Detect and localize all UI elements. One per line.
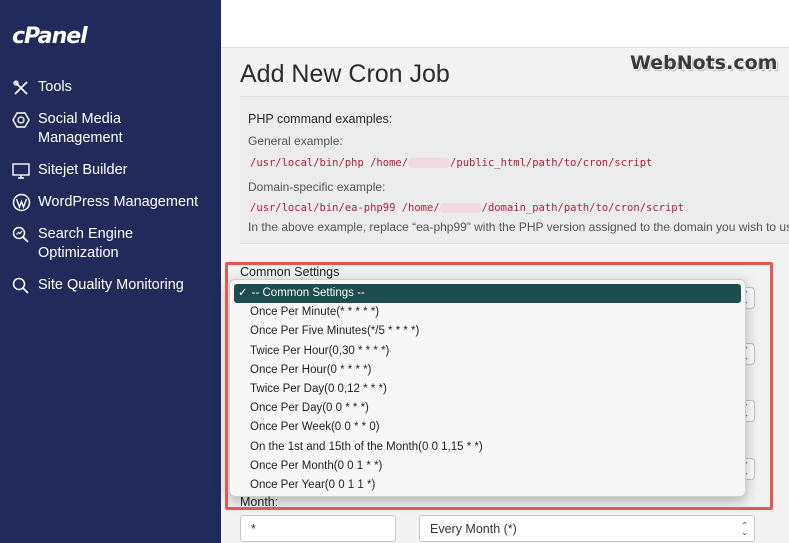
examples-heading: PHP command examples: bbox=[248, 112, 393, 126]
tools-icon bbox=[10, 78, 32, 97]
page-title: Add New Cron Job bbox=[240, 60, 450, 88]
option-twice-per-hour[interactable]: Twice Per Hour(0,30 * * * *) bbox=[250, 342, 389, 361]
monitor-icon bbox=[10, 161, 32, 180]
option-once-per-day[interactable]: Once Per Day(0 0 * * *) bbox=[250, 399, 369, 418]
month-input[interactable]: * bbox=[240, 515, 396, 542]
examples-note: In the above example, replace “ea-php99”… bbox=[248, 220, 789, 234]
check-icon: ✓ bbox=[238, 287, 248, 299]
month-select[interactable]: Every Month (*) ⌃ ⌄ bbox=[419, 515, 755, 542]
sidebar-item-wordpress-management[interactable]: WordPress Management bbox=[10, 193, 215, 212]
cpanel-logo[interactable]: cPanel bbox=[12, 24, 88, 49]
month-select-value: Every Month (*) bbox=[430, 521, 517, 536]
option-once-per-month[interactable]: Once Per Month(0 0 1 * *) bbox=[250, 457, 382, 476]
option-1st-and-15th[interactable]: On the 1st and 15th of the Month(0 0 1,1… bbox=[250, 438, 483, 457]
domain-code-prefix: /usr/local/bin/ea-php99 /home/ bbox=[250, 202, 440, 214]
general-code-prefix: /usr/local/bin/php /home/ bbox=[250, 157, 409, 169]
domain-example-code: /usr/local/bin/ea-php99 /home/ /domain_pa… bbox=[250, 202, 684, 214]
common-settings-label: Common Settings bbox=[240, 265, 340, 279]
sidebar-item-social-media-management[interactable]: Social Media Management bbox=[10, 110, 215, 148]
domain-example-label: Domain-specific example: bbox=[248, 180, 386, 194]
option-twice-per-day[interactable]: Twice Per Day(0 0,12 * * *) bbox=[250, 380, 387, 399]
option-common-settings[interactable]: ✓ -- Common Settings -- bbox=[234, 284, 741, 303]
chevron-updown-icon: ⌃ ⌄ bbox=[741, 521, 748, 537]
seo-magnifier-icon bbox=[10, 225, 32, 244]
domain-code-suffix: /domain_path/path/to/cron/script bbox=[481, 202, 684, 214]
wordpress-icon bbox=[10, 193, 32, 212]
option-once-per-five-minutes[interactable]: Once Per Five Minutes(*/5 * * * *) bbox=[250, 322, 419, 341]
sidebar-item-label: Site Quality Monitoring bbox=[38, 277, 184, 293]
magnifier-icon bbox=[10, 276, 32, 295]
option-once-per-week[interactable]: Once Per Week(0 0 * * 0) bbox=[250, 418, 380, 437]
option-once-per-year[interactable]: Once Per Year(0 0 1 1 *) bbox=[250, 476, 375, 495]
redacted-username bbox=[439, 203, 482, 213]
sidebar-item-label: Tools bbox=[38, 79, 72, 95]
sidebar-item-site-quality-monitoring[interactable]: Site Quality Monitoring bbox=[10, 276, 215, 295]
sidebar-item-label: Social Media Management bbox=[38, 111, 123, 146]
option-once-per-minute[interactable]: Once Per Minute(* * * * *) bbox=[250, 303, 379, 322]
sidebar-item-label: Search Engine Optimization bbox=[38, 226, 134, 261]
general-example-label: General example: bbox=[248, 134, 343, 148]
general-code-suffix: /public_html/path/to/cron/script bbox=[450, 157, 653, 169]
common-settings-dropdown[interactable]: ✓ -- Common Settings -- Once Per Minute(*… bbox=[229, 279, 746, 497]
month-label: Month: bbox=[240, 495, 279, 509]
sidebar-item-search-engine-optimization[interactable]: Search Engine Optimization bbox=[10, 225, 215, 263]
sidebar-item-tools[interactable]: Tools bbox=[10, 78, 215, 97]
watermark-logo: WebNots.com bbox=[630, 52, 778, 74]
sidebar: cPanel Tools Social Media Management Sit… bbox=[0, 0, 221, 543]
php-examples-box: PHP command examples: General example: /… bbox=[240, 96, 789, 244]
sidebar-item-label: WordPress Management bbox=[38, 194, 199, 210]
sidebar-item-label: Sitejet Builder bbox=[38, 162, 128, 178]
top-bar bbox=[221, 0, 789, 48]
general-example-code: /usr/local/bin/php /home/ /public_html/pa… bbox=[250, 157, 652, 169]
option-once-per-hour[interactable]: Once Per Hour(0 * * * *) bbox=[250, 361, 371, 380]
sidebar-item-sitejet-builder[interactable]: Sitejet Builder bbox=[10, 161, 215, 180]
social-network-icon bbox=[10, 110, 32, 129]
redacted-username bbox=[408, 158, 451, 168]
